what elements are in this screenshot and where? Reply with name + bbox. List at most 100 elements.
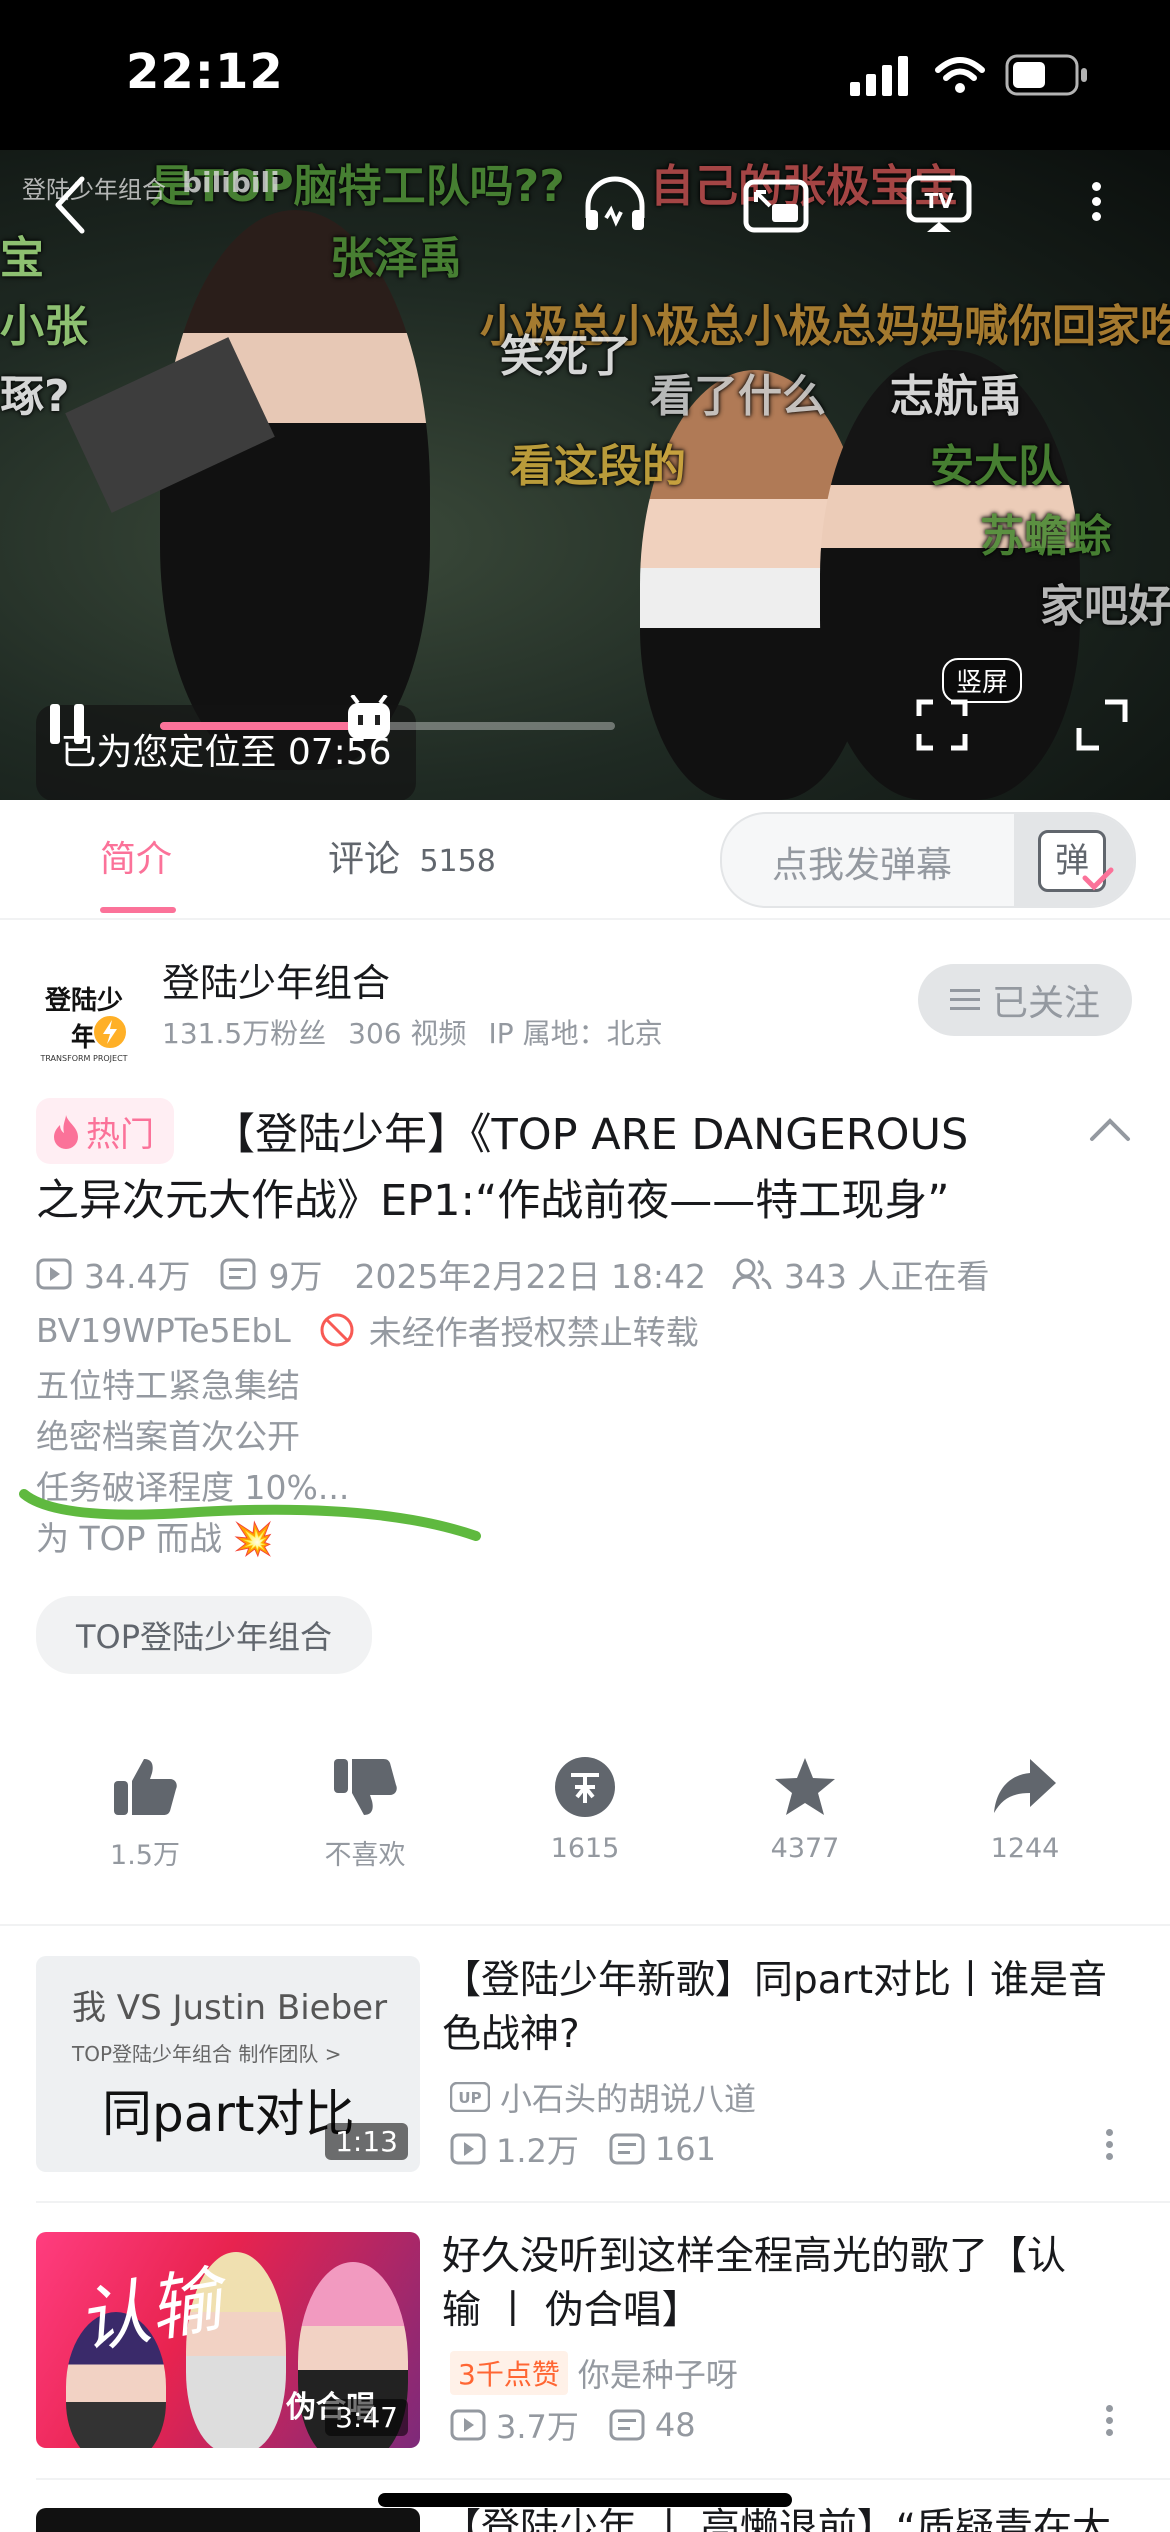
danmaku-input[interactable]: 点我发弹幕 弹 — [720, 812, 1136, 908]
author-name[interactable]: 登陆少年组合 — [162, 952, 390, 1007]
pip-icon[interactable] — [742, 178, 810, 234]
danmaku-count-icon — [220, 1258, 256, 1290]
signal-icon — [850, 56, 908, 96]
author-ip: IP 属地：北京 — [488, 1017, 663, 1050]
portrait-label: 竖屏 — [942, 658, 1023, 703]
duration-badge: 3:47 — [325, 2399, 408, 2436]
watching-count: 343 人正在看 — [784, 1257, 990, 1296]
cast-tv-icon[interactable]: TV — [905, 174, 973, 236]
video-frame[interactable]: 是TOP脑特工队吗?? 自己的张极宝宝 宝 张泽禹 小张 小极总小极总小极总妈妈… — [0, 150, 1170, 800]
coin-count: 1615 — [550, 1833, 620, 1864]
more-icon[interactable] — [1092, 176, 1101, 227]
like-button[interactable]: 1.5万 — [70, 1755, 220, 1872]
coin-button[interactable]: 1615 — [510, 1755, 660, 1864]
danmaku-count: 9万 — [268, 1257, 323, 1296]
duration-badge: 1:13 — [325, 2123, 408, 2160]
rec-thumbnail: 我 VS Justin Bieber TOP登陆少年组合 制作团队 > 同par… — [36, 1956, 420, 2172]
collapse-chevron-icon[interactable] — [1088, 1115, 1132, 1143]
status-bar: 22:12 — [0, 0, 1170, 150]
play-count-icon — [450, 2409, 486, 2441]
share-arrow-icon — [994, 1759, 1056, 1813]
menu-lines-icon — [949, 989, 980, 1010]
author-stats: 131.5万粉丝 306 视频 IP 属地：北京 — [162, 1012, 663, 1052]
danmaku-count-icon — [609, 2133, 645, 2165]
video-title-line1: 【登陆少年】《TOP ARE DANGEROUS — [212, 1110, 969, 1160]
rec-more-icon[interactable] — [1104, 2124, 1114, 2165]
rec-views: 3.7万 — [496, 2408, 579, 2446]
svg-text:TV: TV — [924, 189, 954, 213]
flame-icon — [54, 1115, 78, 1149]
video-id-row: BV19WPTe5EbL 未经作者授权禁止转载 — [36, 1306, 699, 1354]
author-fans: 131.5万粉丝 — [162, 1017, 327, 1050]
desc-line: 五位特工紧急集结 — [36, 1366, 300, 1405]
no-repost-icon — [320, 1313, 354, 1347]
rec-divider — [36, 2478, 1170, 2480]
up-badge-icon: UP — [450, 2082, 490, 2112]
rec-uploader-row: 3千点赞 你是种子呀 — [450, 2350, 738, 2396]
play-count-icon — [36, 1258, 72, 1290]
tab-intro[interactable]: 简介 — [100, 830, 172, 882]
danmaku-item: 张泽禹 — [330, 233, 462, 284]
rec-more-icon[interactable] — [1104, 2400, 1114, 2441]
dislike-button[interactable]: 不喜欢 — [290, 1755, 440, 1872]
author-avatar[interactable]: 登陆少年 TRANSFORM PROJECT — [34, 960, 134, 1063]
video-player-area: 22:12 是TOP脑特工队吗?? 自己的张极宝宝 宝 张泽禹 小张 小极总小极… — [0, 0, 1170, 800]
danmaku-toggle-button[interactable]: 弹 — [1014, 814, 1134, 906]
portrait-fullscreen-icon[interactable] — [915, 698, 969, 752]
danmaku-item: 家吧好 — [1040, 581, 1170, 632]
desc-line: 绝密档案首次公开 — [36, 1417, 300, 1456]
tab-comments-label: 评论 — [328, 839, 401, 880]
coin-icon — [555, 1757, 615, 1817]
rec-thumbnail: 认输 伪合唱 3:47 — [36, 2232, 420, 2448]
battery-icon — [1005, 54, 1087, 96]
rec-video-card[interactable]: 认输 伪合唱 3:47 好久没听到这样全程高光的歌了【认 输 丨 伪合唱】 3千… — [0, 2226, 1170, 2476]
danmaku-item: 苏蟾蜍 — [980, 511, 1112, 562]
copyright-notice: 未经作者授权禁止转载 — [368, 1313, 699, 1352]
thumb-caption-sub: TOP登陆少年组合 制作团队 > — [72, 2042, 342, 2066]
fullscreen-icon[interactable] — [1075, 698, 1129, 752]
rec-like-badge: 3千点赞 — [450, 2351, 568, 2395]
share-button[interactable]: 1244 — [950, 1755, 1100, 1864]
follow-label: 已关注 — [991, 983, 1100, 1024]
rec-stats-row: 3.7万 48 — [450, 2402, 696, 2448]
tab-comments[interactable]: 评论 5158 — [328, 830, 496, 882]
channel-watermark: 登陆少年组合 — [22, 176, 166, 204]
site-watermark: bilibili — [182, 166, 280, 199]
share-count: 1244 — [990, 1833, 1060, 1864]
tab-indicator — [100, 907, 176, 913]
audio-mode-icon[interactable] — [580, 172, 650, 236]
hot-badge: 热门 — [36, 1098, 174, 1164]
thumb-caption-top: 我 VS Justin Bieber — [72, 1988, 388, 2028]
rec-thumbnail — [36, 2508, 420, 2532]
rec-divider — [36, 2201, 1170, 2203]
rec-views: 1.2万 — [496, 2132, 579, 2170]
rec-title-line1: 好久没听到这样全程高光的歌了【认 — [442, 2234, 1067, 2279]
danmaku-item: 志航禹 — [890, 371, 1022, 422]
watching-icon — [732, 1258, 772, 1290]
check-icon — [1082, 867, 1114, 891]
star-icon — [775, 1758, 835, 1815]
danmaku-item: 安大队 — [930, 441, 1062, 492]
rec-video-card[interactable]: 我 VS Justin Bieber TOP登陆少年组合 制作团队 > 同par… — [0, 1950, 1170, 2200]
dislike-label: 不喜欢 — [324, 1840, 406, 1871]
favorite-button[interactable]: 4377 — [730, 1755, 880, 1864]
verified-badge-icon — [92, 1014, 128, 1050]
danmaku-placeholder: 点我发弹幕 — [772, 845, 953, 886]
play-count-icon — [450, 2133, 486, 2165]
danmaku-item: 宝 — [0, 233, 44, 284]
danmaku-item: 看这段的 — [510, 441, 686, 492]
video-stats: 34.4万 9万 2025年2月22日 18:42 343 人正在看 — [36, 1250, 990, 1298]
follow-button[interactable]: 已关注 — [918, 964, 1132, 1036]
back-icon[interactable] — [50, 175, 90, 235]
video-title-line2: 之异次元大作战》EP1:“作战前夜——特工现身” — [36, 1176, 950, 1226]
hot-badge-label: 热门 — [86, 1114, 154, 1155]
danmaku-item: 琢? — [0, 371, 70, 422]
like-count: 1.5万 — [110, 1840, 180, 1871]
bvid[interactable]: BV19WPTe5EbL — [36, 1311, 291, 1350]
rec-danmaku: 48 — [654, 2406, 696, 2444]
pause-icon[interactable] — [48, 700, 88, 748]
progress-thumb-icon[interactable] — [344, 695, 394, 745]
rec-uploader: 小石头的胡说八道 — [500, 2080, 757, 2118]
danmaku-item: 笑死了 — [500, 331, 632, 382]
topic-tag[interactable]: TOP登陆少年组合 — [36, 1596, 373, 1674]
